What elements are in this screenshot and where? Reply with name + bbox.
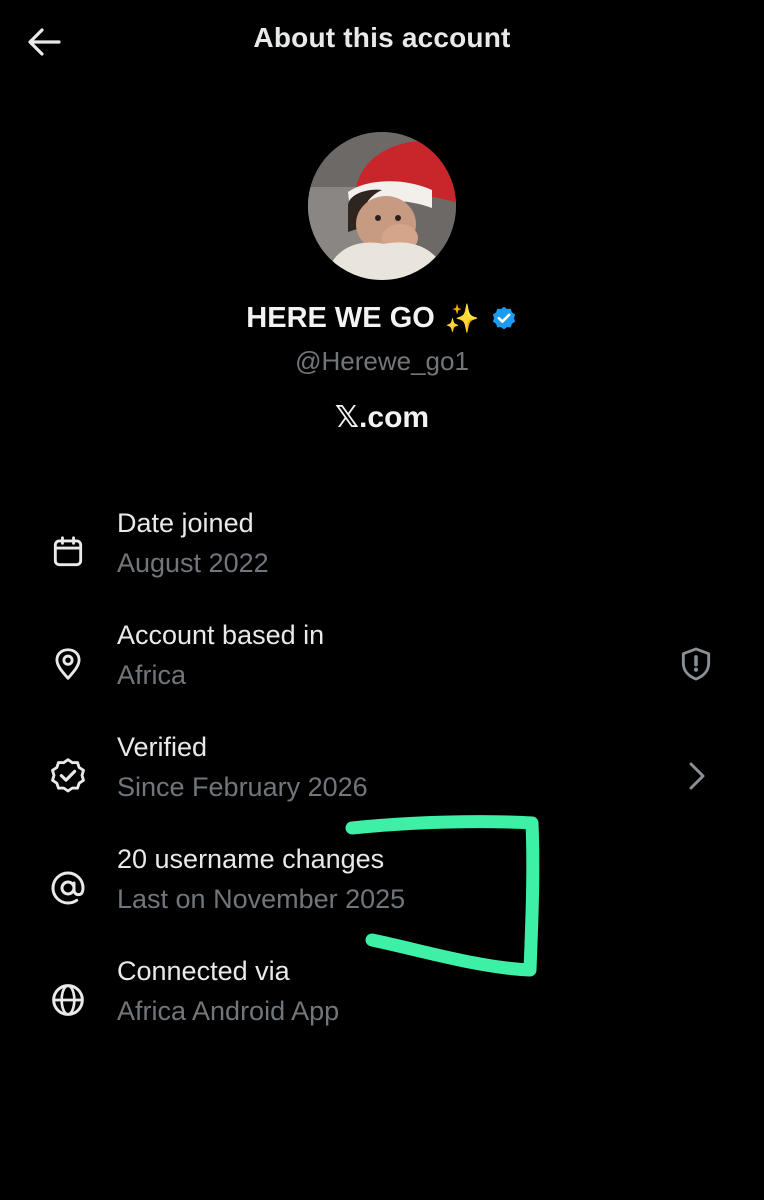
sparkles-emoji: ✨ [444,303,480,334]
profile-name-row: HERE WE GO ✨ [0,302,764,335]
avatar[interactable] [308,132,456,280]
row-label: Connected via [117,956,290,986]
verified-check-icon [46,754,90,798]
calendar-icon [46,530,90,574]
account-based-in-row: Account based in Africa [0,620,764,712]
display-name: HERE WE GO [246,302,435,334]
row-value: Since February 2026 [117,772,368,802]
row-value: August 2022 [117,548,269,578]
location-pin-icon [46,642,90,686]
row-label: Date joined [117,508,254,538]
row-label: Verified [117,732,208,762]
at-sign-icon [46,866,90,910]
row-value: Last on November 2025 [117,884,406,914]
globe-icon [46,978,90,1022]
profile-handle: @Herewe_go1 [295,346,469,376]
row-label: 20 username changes [117,844,385,874]
page-title: About this account [253,22,511,53]
verified-row[interactable]: Verified Since February 2026 [0,732,764,824]
row-value: Africa Android App [117,996,340,1026]
row-value: Africa [117,660,187,690]
connected-via-row: Connected via Africa Android App [0,956,764,1048]
site-label[interactable]: 𝕏.com [0,400,764,435]
top-bar: About this account [0,0,764,86]
verified-badge-icon[interactable] [490,305,518,333]
shield-exclamation-icon[interactable] [672,640,720,688]
chevron-right-icon[interactable] [672,752,720,800]
row-label: Account based in [117,620,325,650]
date-joined-row: Date joined August 2022 [0,508,764,600]
username-changes-row: 20 username changes Last on November 202… [0,844,764,936]
